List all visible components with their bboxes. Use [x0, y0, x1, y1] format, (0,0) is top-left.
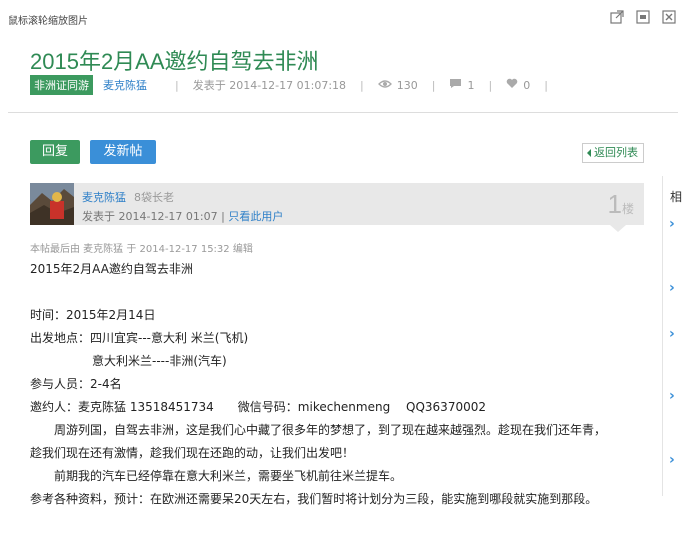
avatar[interactable]	[30, 183, 74, 225]
floor-number-unit: 楼	[621, 202, 634, 216]
body-line: 趁我们现在还有激情，趁我们现在还跑的动，让我们出发吧！	[30, 446, 355, 460]
edit-note: 本帖最后由 麦克陈猛 于 2014-12-17 15:32 编辑	[30, 244, 253, 255]
likes-count: 0	[523, 78, 531, 92]
meta-divider: |	[544, 78, 548, 92]
sidebar-header: 相	[670, 190, 683, 204]
heart-icon	[506, 78, 518, 92]
chevron-right-icon[interactable]: ›	[669, 388, 675, 404]
comments-count: 1	[467, 78, 475, 92]
meta-divider: |	[175, 78, 179, 92]
views-count: 130	[396, 78, 418, 92]
back-to-list-button[interactable]: 返回列表	[582, 143, 644, 163]
caret-left-icon	[587, 149, 591, 157]
post-body: 2015年2月AA邀约自驾去非洲 时间：2015年2月14日 出发地点：四川宜宾…	[30, 258, 606, 511]
body-line: 邀约人：麦克陈猛 13518451734 微信号码：mikechenmeng Q…	[30, 400, 486, 414]
chevron-right-icon[interactable]: ›	[669, 326, 675, 342]
reply-button[interactable]: 回复	[30, 140, 80, 164]
floor-posted: 发表于 2014-12-17 01:07 | 只看此用户	[82, 208, 283, 224]
top-bar: 鼠标滚轮缩放图片	[0, 0, 684, 36]
body-line: 参与人员：2-4名	[30, 377, 122, 391]
floor-notch	[610, 225, 626, 232]
meta-divider: |	[360, 78, 364, 92]
header-divider	[8, 112, 678, 113]
comments-stat: 1	[449, 78, 474, 92]
body-line	[30, 281, 606, 304]
meta-divider: |	[431, 78, 436, 92]
body-line: 时间：2015年2月14日	[30, 308, 156, 322]
eye-icon	[377, 79, 392, 92]
chevron-right-icon[interactable]: ›	[669, 216, 675, 232]
only-this-user-link[interactable]: 只看此用户	[228, 210, 283, 223]
floor-divider: |	[221, 210, 225, 223]
comment-icon	[449, 78, 462, 92]
post-meta: 非洲证同游 麦克陈猛 | 发表于 2014-12-17 01:07:18 | 1…	[30, 75, 562, 95]
meta-divider: |	[488, 78, 493, 92]
author-link[interactable]: 麦克陈猛	[103, 77, 147, 93]
user-rank: 8袋长老	[134, 191, 174, 204]
chevron-right-icon[interactable]: ›	[669, 452, 675, 468]
minimize-icon[interactable]	[636, 10, 650, 24]
floor-username: 麦克陈猛 8袋长老	[82, 189, 174, 205]
floor-number-value: 1	[607, 189, 622, 219]
body-line: 出发地点：四川宜宾---意大利 米兰(飞机)	[30, 331, 249, 345]
post-title: 2015年2月AA邀约自驾去非洲	[30, 49, 319, 74]
sidebar-divider	[662, 176, 663, 496]
views-stat: 130	[377, 78, 418, 92]
chevron-right-icon[interactable]: ›	[669, 280, 675, 296]
body-line: 周游列国，自驾去非洲，这是我们心中藏了很多年的梦想了，到了现在越来越强烈。趁现在…	[54, 423, 607, 437]
window-controls	[610, 10, 676, 24]
posted-time: 发表于 2014-12-17 01:07:18	[192, 79, 347, 92]
popout-icon[interactable]	[610, 10, 624, 24]
username-link[interactable]: 麦克陈猛	[82, 191, 126, 204]
close-icon[interactable]	[662, 10, 676, 24]
likes-stat[interactable]: 0	[506, 78, 530, 92]
body-line: 2015年2月AA邀约自驾去非洲	[30, 262, 193, 276]
back-to-list-label: 返回列表	[594, 146, 638, 159]
body-line: 前期我的汽车已经停靠在意大利米兰，需要坐飞机前往米兰提车。	[54, 469, 403, 483]
floor-posted-time: 发表于 2014-12-17 01:07	[82, 210, 218, 223]
new-post-button[interactable]: 发新帖	[90, 140, 156, 164]
category-tag[interactable]: 非洲证同游	[30, 75, 93, 95]
floor-header: 麦克陈猛 8袋长老 发表于 2014-12-17 01:07 | 只看此用户 1楼	[30, 183, 644, 225]
zoom-hint: 鼠标滚轮缩放图片	[8, 16, 88, 27]
body-line: 意大利米兰----非洲(汽车)	[92, 354, 227, 368]
body-line: 参考各种资料，预计：在欧洲还需要呆20天左右，我们暂时将计划分为三段，能实施到哪…	[30, 492, 598, 506]
floor-number: 1楼	[608, 189, 634, 220]
